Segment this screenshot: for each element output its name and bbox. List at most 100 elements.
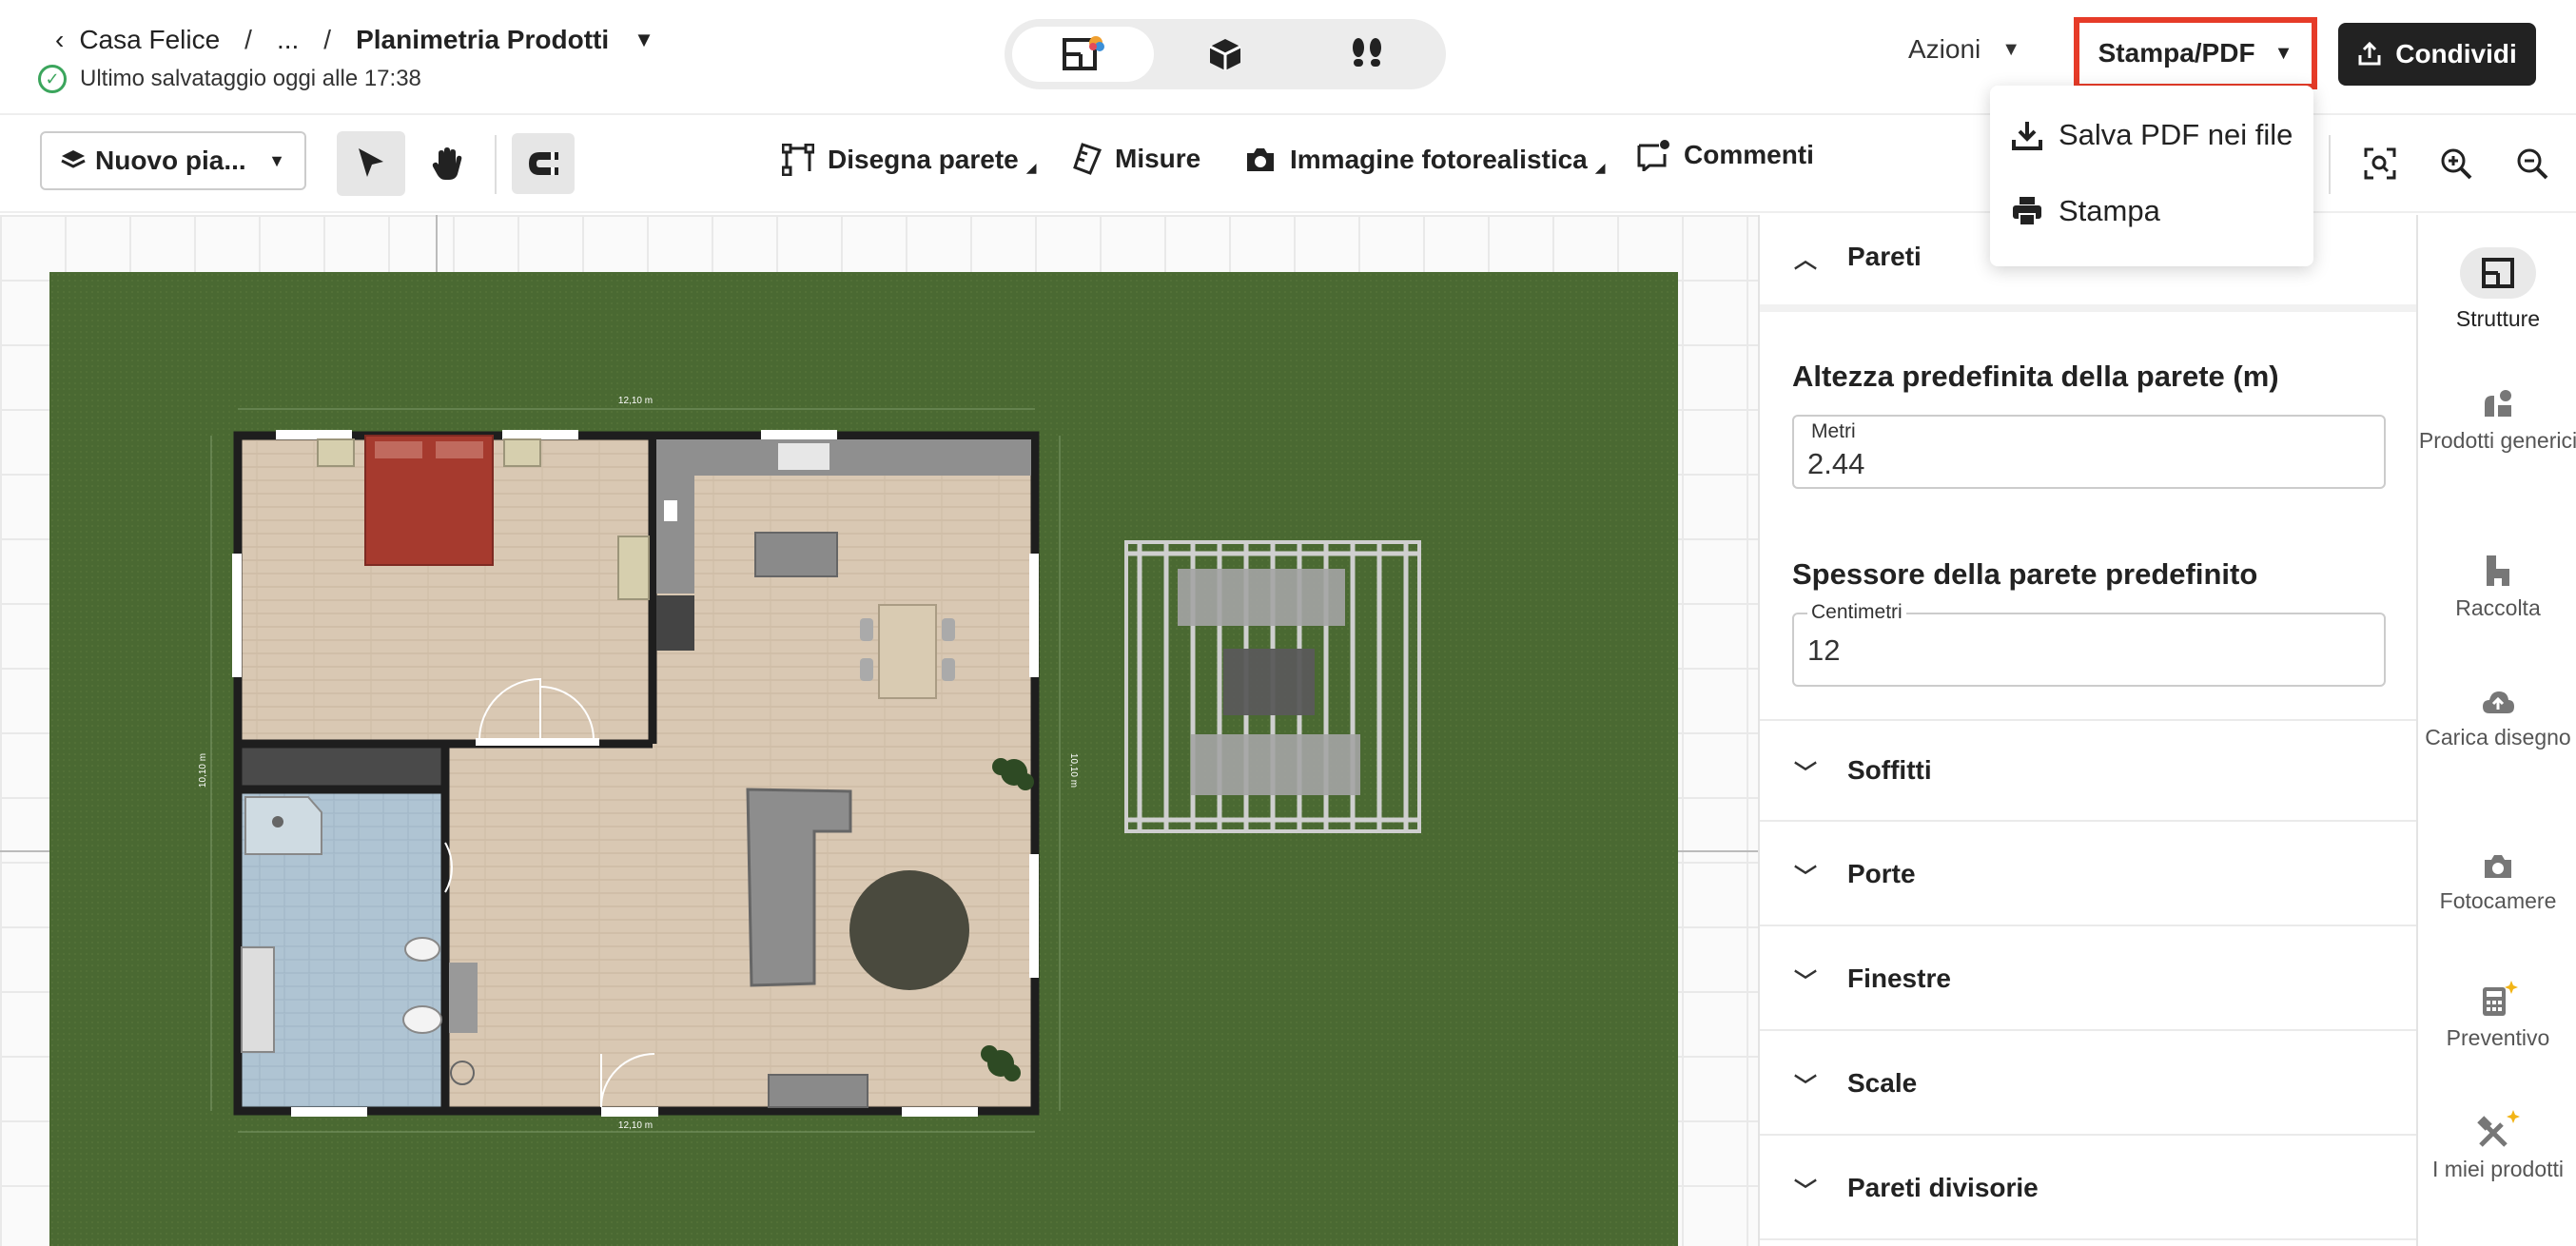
magnet-icon	[529, 152, 558, 175]
download-icon	[2011, 119, 2043, 151]
sidebar-item-label: Fotocamere	[2439, 888, 2557, 913]
level-select[interactable]: Nuovo pia... ▼	[40, 131, 306, 190]
photo-render-button[interactable]: Immagine fotorealistica ◢	[1244, 143, 1606, 176]
pan-tool-button[interactable]	[413, 131, 481, 196]
page-title[interactable]: Planimetria Prodotti	[356, 25, 609, 55]
view-2d-button[interactable]	[1012, 27, 1155, 82]
check-circle-icon: ✓	[38, 65, 67, 93]
printer-icon	[2011, 195, 2043, 227]
dimension-label-left: 10,10 m	[198, 753, 208, 788]
select-tool-button[interactable]	[337, 131, 405, 196]
wall-thickness-field[interactable]: Centimetri	[1792, 601, 2386, 687]
my-products-icon	[2418, 1109, 2576, 1149]
3d-box-icon	[1209, 39, 1241, 70]
chevron-up-icon: ︿	[1794, 246, 1817, 273]
layers-icon	[61, 150, 86, 168]
fit-view-button[interactable]	[2353, 137, 2407, 190]
print-pdf-dropdown: Salva PDF nei file Stampa	[1990, 86, 2313, 266]
section-label: Pareti divisorie	[1847, 1173, 2039, 1202]
zoom-in-button[interactable]	[2430, 137, 2483, 190]
properties-panel: ︿ Pareti Altezza predefinita della paret…	[1758, 215, 2416, 1246]
zoom-out-icon	[2517, 148, 2548, 180]
section-ceilings-header[interactable]: ﹀ Soffitti	[1760, 719, 2416, 822]
snap-magnet-button[interactable]	[512, 133, 575, 194]
view-mode-toggle	[1005, 19, 1446, 89]
pergola	[1124, 540, 1421, 833]
wall-thickness-input[interactable]	[1807, 632, 2369, 670]
floorplan-drawing: 12,10 m 12,10 m 10,10 m 10,10 m	[198, 396, 1421, 1133]
sidebar-item-cameras[interactable]: Fotocamere	[2418, 852, 2576, 915]
outdoor-sofa	[1178, 569, 1345, 626]
camera-icon	[2418, 852, 2576, 881]
sidebar-item-label: I miei prodotti	[2431, 1157, 2565, 1181]
2d-plan-icon	[1062, 36, 1104, 70]
wall-height-input[interactable]	[1807, 445, 2369, 483]
sidebar-item-label: Carica disegno	[2425, 725, 2571, 750]
draw-wall-button[interactable]: Disegna parete ◢	[782, 143, 1037, 176]
sidebar-item-collection[interactable]: Raccolta	[2418, 554, 2576, 622]
fridge	[656, 595, 694, 651]
sidebar-item-label: Preventivo	[2446, 1025, 2550, 1050]
comments-button[interactable]: Commenti	[1636, 139, 1814, 171]
breadcrumb-ellipsis[interactable]: ...	[277, 25, 299, 55]
caret-down-icon: ▼	[2001, 38, 2021, 60]
wardrobe-block	[238, 748, 441, 788]
print-pdf-button[interactable]: Stampa/PDF ▼	[2074, 17, 2317, 89]
back-chevron-icon[interactable]: ‹	[55, 25, 64, 55]
floorplan-canvas[interactable]: 12,10 m 12,10 m 10,10 m 10,10 m	[0, 215, 1758, 1246]
breadcrumb: ‹ Casa Felice / ... / Planimetria Prodot…	[55, 21, 654, 59]
caret-down-icon[interactable]: ▼	[634, 28, 654, 52]
pillow	[375, 441, 422, 458]
section-windows-header[interactable]: ﹀ Finestre	[1760, 928, 2416, 1031]
section-label: Scale	[1847, 1068, 1918, 1098]
sidebar-item-my-products[interactable]: I miei prodotti	[2418, 1109, 2576, 1183]
sidebar-item-structures[interactable]: Strutture	[2418, 247, 2576, 333]
zoom-out-button[interactable]	[2506, 137, 2559, 190]
dimension-label-bottom: 12,10 m	[618, 1120, 653, 1131]
save-pdf-menu-item[interactable]: Salva PDF nei file	[2011, 118, 2293, 152]
round-rug	[849, 870, 969, 990]
shower	[244, 796, 322, 855]
share-label: Condividi	[2395, 39, 2517, 68]
sidebar-item-generic-products[interactable]: Prodotti generici	[2418, 386, 2576, 455]
print-menu-item[interactable]: Stampa	[2011, 194, 2160, 228]
level-label: Nuovo pia...	[95, 146, 246, 175]
cursor-arrow-icon	[359, 148, 383, 177]
sidebar-item-estimate[interactable]: Preventivo	[2418, 980, 2576, 1052]
breadcrumb-project[interactable]: Casa Felice	[79, 25, 220, 55]
wall-height-title: Altezza predefinita della parete (m)	[1792, 360, 2279, 393]
toilet	[402, 1005, 442, 1034]
right-sidebar: Strutture Prodotti generici Raccolta Car…	[2416, 215, 2576, 1246]
view-walkthrough-button[interactable]	[1297, 27, 1438, 82]
measures-button[interactable]: Misure	[1073, 143, 1200, 175]
actions-menu[interactable]: Azioni ▼	[1908, 34, 2020, 65]
dimension-label-right: 10,10 m	[1068, 753, 1079, 788]
upload-cloud-icon	[2418, 689, 2576, 717]
shower-drain	[272, 816, 283, 827]
section-label: Soffitti	[1847, 755, 1932, 785]
walkthrough-footprints-icon	[1353, 38, 1382, 67]
structures-icon	[2460, 247, 2536, 299]
actions-label: Azioni	[1908, 34, 1981, 64]
save-status-text: Ultimo salvataggio oggi alle 17:38	[80, 66, 421, 91]
caret-down-icon: ▼	[268, 150, 285, 170]
dimension-label-top: 12,10 m	[618, 396, 653, 406]
wall-height-unit-label: Metri	[1807, 420, 1860, 443]
caret-down-icon: ▼	[2274, 42, 2293, 64]
chevron-down-icon: ﹀	[1794, 864, 1817, 890]
dresser	[617, 535, 650, 600]
share-button[interactable]: Condividi	[2338, 23, 2536, 86]
sidebar-item-upload-drawing[interactable]: Carica disegno	[2418, 689, 2576, 751]
measures-label: Misure	[1115, 144, 1201, 173]
view-3d-button[interactable]	[1154, 27, 1296, 82]
section-partition-walls-header[interactable]: ﹀ Pareti divisorie	[1760, 1138, 2416, 1240]
camera-icon	[1244, 146, 1277, 174]
calculator-icon	[2418, 980, 2576, 1018]
share-upload-icon	[2358, 42, 2381, 66]
section-label: Finestre	[1847, 964, 1951, 993]
wall-height-field[interactable]: Metri	[1792, 415, 2386, 489]
save-status: ✓ Ultimo salvataggio oggi alle 17:38	[38, 65, 421, 93]
section-stairs-header[interactable]: ﹀ Scale	[1760, 1033, 2416, 1136]
breadcrumb-separator: /	[244, 25, 252, 54]
section-doors-header[interactable]: ﹀ Porte	[1760, 824, 2416, 926]
